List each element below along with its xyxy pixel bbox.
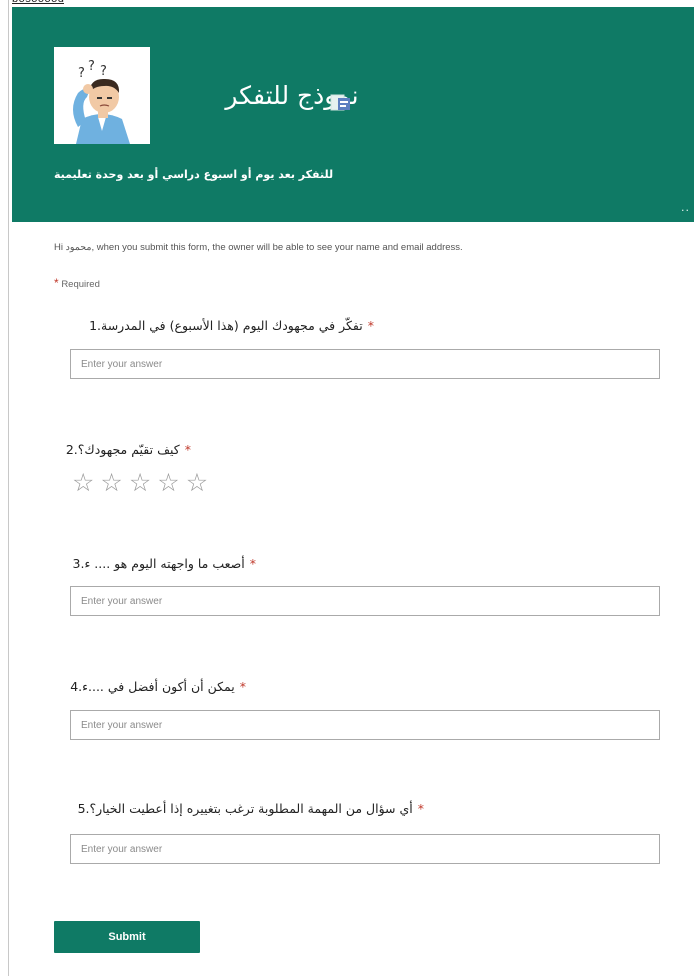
star-1-icon[interactable]: ☆ (72, 470, 94, 495)
left-border-line (8, 0, 9, 976)
form-description: للتفكر بعد يوم أو اسبوع دراسي أو بعد وحد… (54, 168, 334, 181)
question-5-text: أي سؤال من المهمة المطلوبة ترغب بتغييره … (77, 801, 413, 816)
question-4-answer-input[interactable] (70, 710, 660, 740)
question-1-text: تفكّر في مجهودك اليوم (هذا الأسبوع) في ا… (89, 318, 363, 333)
more-options-icon[interactable]: ·· (681, 205, 690, 216)
thinking-person-icon: ? ? ? (54, 47, 150, 144)
question-2-text: كيف تقيّم مجهودك؟.2 (65, 442, 180, 457)
required-star: * (54, 276, 59, 290)
form-title: نموذج للتفكر (225, 81, 359, 110)
form-header-banner: ? ? ? نموذج للتفكر للتفكر بعد يوم أو اسب… (12, 7, 694, 222)
star-5-icon[interactable]: ☆ (186, 470, 208, 495)
question-3-answer-input[interactable] (70, 586, 660, 616)
star-3-icon[interactable]: ☆ (129, 470, 151, 495)
identity-notice: Hi محمود, when you submit this form, the… (54, 242, 463, 253)
question-5-title: * أي سؤال من المهمة المطلوبة ترغب بتغييره… (54, 801, 424, 816)
required-label: Required (61, 279, 100, 290)
question-5-answer-input[interactable] (70, 834, 660, 864)
svg-text:?: ? (88, 59, 95, 74)
clipped-top-text: bosooood (12, 0, 64, 5)
required-legend: * Required (54, 276, 100, 290)
question-3-text: أصعب ما واجهته اليوم هو .... ء.3 (72, 556, 245, 571)
required-star: * (184, 442, 191, 457)
forms-icon (330, 94, 350, 111)
required-star: * (239, 679, 246, 694)
required-star: * (249, 556, 256, 571)
question-1-title: * تفكّر في مجهودك اليوم (هذا الأسبوع) في … (54, 318, 374, 333)
rating-stars: ☆ ☆ ☆ ☆ ☆ (72, 470, 208, 495)
svg-text:?: ? (78, 66, 85, 81)
svg-text:?: ? (100, 64, 107, 79)
star-4-icon[interactable]: ☆ (157, 470, 179, 495)
question-2-title: * كيف تقيّم مجهودك؟.2 (54, 442, 191, 457)
question-4-text: يمكن أن أكون أفضل في ....ء.4 (70, 679, 235, 694)
question-3-title: * أصعب ما واجهته اليوم هو .... ء.3 (54, 556, 256, 571)
question-4-title: * يمكن أن أكون أفضل في ....ء.4 (54, 679, 246, 694)
submit-button[interactable]: Submit (54, 921, 200, 953)
required-star: * (367, 318, 374, 333)
question-1-answer-input[interactable] (70, 349, 660, 379)
star-2-icon[interactable]: ☆ (100, 470, 122, 495)
required-star: * (417, 801, 424, 816)
